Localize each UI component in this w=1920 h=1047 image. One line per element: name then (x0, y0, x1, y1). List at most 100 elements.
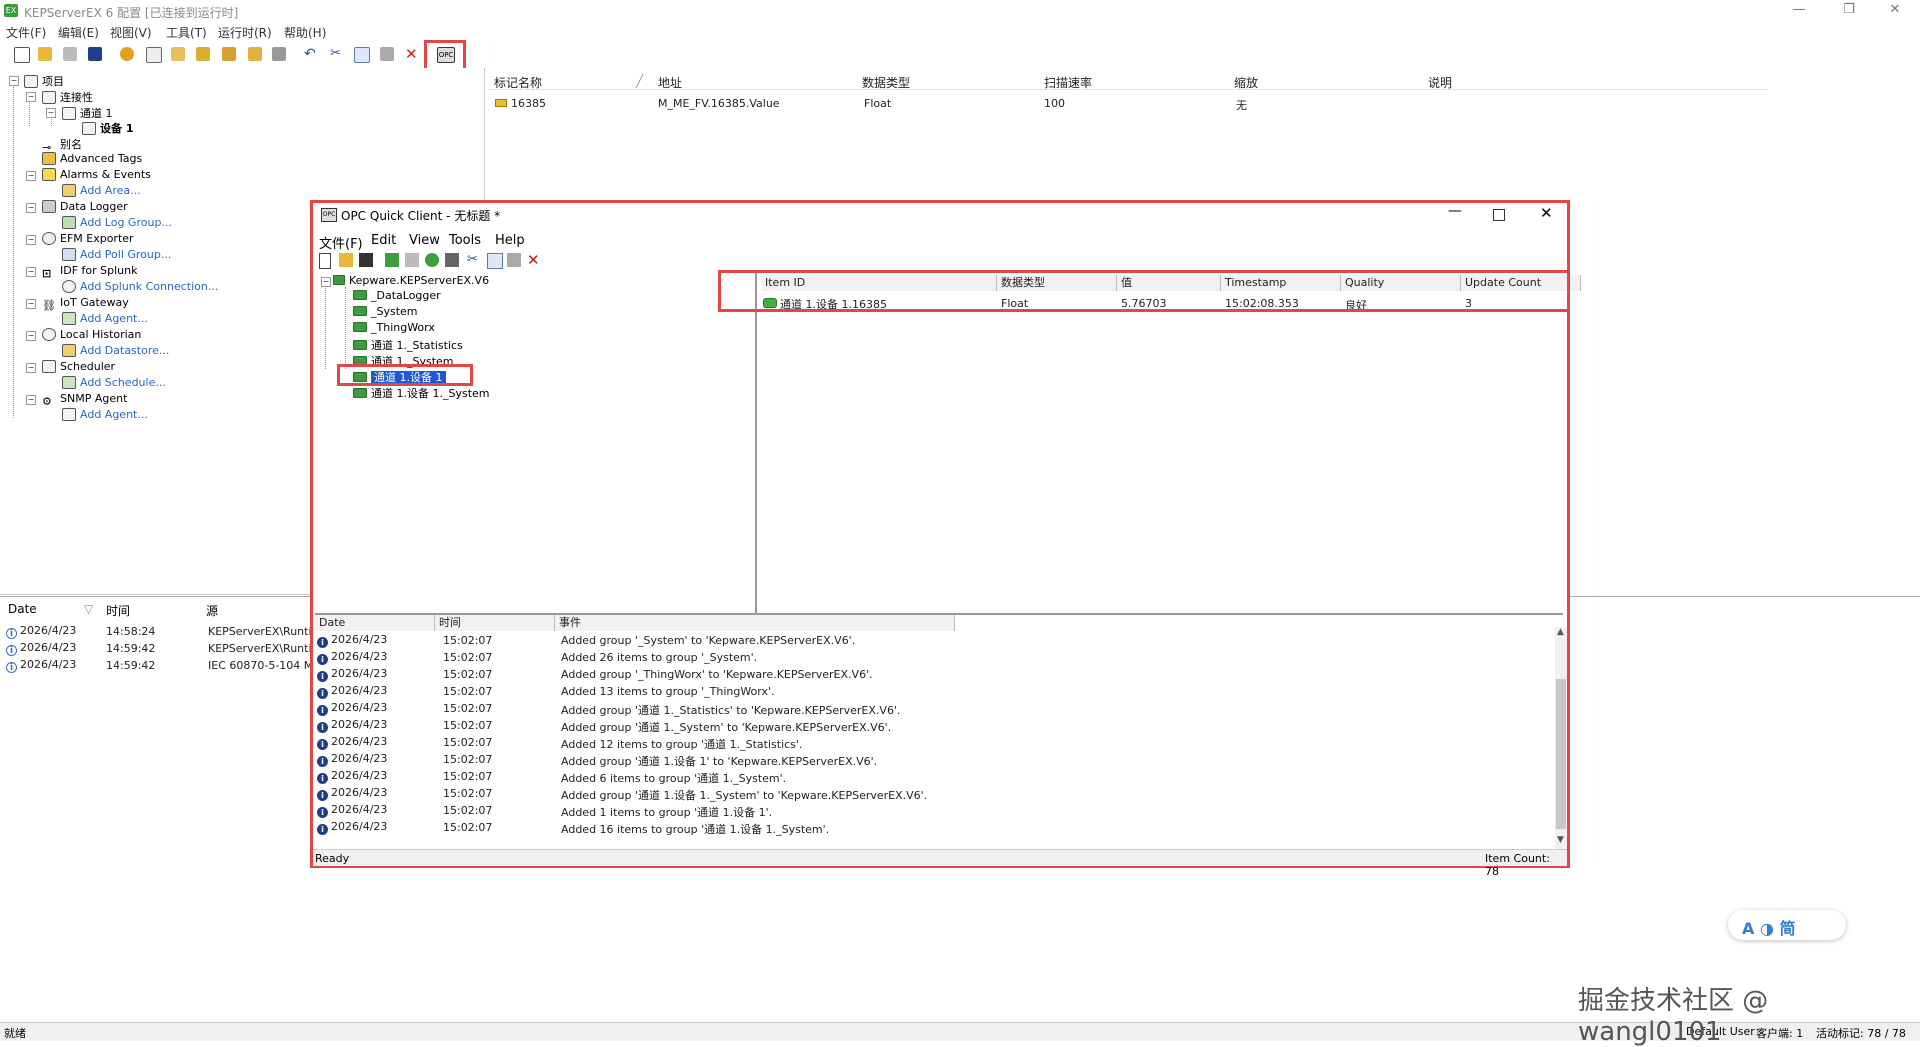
menu-edit[interactable]: 编辑(E) (58, 24, 99, 41)
opc-menu-file[interactable]: 文件(F) (319, 233, 363, 252)
tree-snmp[interactable]: ⚙ SNMP Agent (42, 392, 127, 408)
tree-channel[interactable]: 通道 1 (62, 105, 113, 121)
opc-tree-datalogger[interactable]: _DataLogger (353, 289, 441, 302)
col-scaling[interactable]: 缩放 (1234, 74, 1258, 91)
tree-idf[interactable]: ⊡ IDF for Splunk (42, 264, 138, 280)
col-address[interactable]: 地址 (658, 74, 682, 91)
opc-tree-statistics[interactable]: 通道 1._Statistics (353, 337, 463, 353)
paste-icon[interactable] (380, 47, 394, 61)
translate-button[interactable]: A ◑ 简 (1728, 910, 1846, 940)
table-row[interactable]: i 2026/4/23 14:59:42 KEPServerEX\Runtim (6, 641, 322, 657)
tree-iot[interactable]: ⛓ IoT Gateway (42, 296, 129, 312)
properties-icon[interactable] (272, 47, 286, 61)
tree-data-logger[interactable]: Data Logger (42, 200, 128, 213)
tree-add-datastore[interactable]: Add Datastore... (62, 344, 169, 357)
scroll-thumb[interactable] (1556, 679, 1566, 829)
alarms-expander[interactable]: − (26, 171, 36, 181)
undo-icon[interactable]: ↶ (304, 47, 318, 61)
event-log-scrollbar[interactable]: ▲ ▼ (1555, 627, 1567, 849)
log-filter-icon[interactable]: ▽ (84, 602, 93, 616)
connectivity-expander[interactable]: − (26, 92, 36, 102)
opc-menu-help[interactable]: Help (495, 233, 525, 248)
table-row[interactable]: i 2026/4/23 14:59:42 IEC 60870-5-104 Mas (6, 658, 326, 674)
opc-new-item-icon[interactable] (425, 253, 439, 267)
opc-tree-root[interactable]: Kepware.KEPServerEX.V6 (333, 274, 489, 287)
new-device-icon[interactable] (171, 47, 185, 61)
table-row[interactable]: i 2026/4/23 15:02:07 Added 16 items to grou… (317, 820, 1527, 836)
table-row[interactable]: 16385 M_ME_FV.16385.Value Float 100 无 (492, 96, 1892, 112)
idf-expander[interactable]: − (26, 267, 36, 277)
opc-maximize-button[interactable] (1493, 209, 1505, 221)
opc-copy-icon[interactable] (487, 253, 503, 269)
tree-efm[interactable]: EFM Exporter (42, 232, 134, 245)
opc-new-server-icon[interactable] (385, 253, 399, 267)
menu-help[interactable]: 帮助(H) (284, 24, 326, 41)
scheduler-expander[interactable]: − (26, 363, 36, 373)
menu-runtime[interactable]: 运行时(R) (218, 24, 272, 41)
table-row[interactable]: i 2026/4/23 15:02:07 Added 12 items to grou… (317, 735, 1527, 751)
tree-add-agent-snmp[interactable]: Add Agent... (62, 408, 148, 421)
snmp-expander[interactable]: − (26, 395, 36, 405)
tree-add-area[interactable]: Add Area... (62, 184, 141, 197)
table-row[interactable]: i 2026/4/23 15:02:07 Added group '通道 1.设备 1… (317, 786, 1527, 802)
restore-button[interactable]: ❐ (1826, 0, 1872, 22)
col-description[interactable]: 说明 (1428, 74, 1452, 91)
table-row[interactable]: i 2026/4/23 15:02:07 Added 1 items to group… (317, 803, 1527, 819)
menu-tools[interactable]: 工具(T) (166, 24, 207, 41)
opc-properties-icon[interactable] (445, 253, 459, 267)
table-row[interactable]: i 2026/4/23 15:02:07 Added group '_ThingWor… (317, 667, 1527, 683)
log-col-date[interactable]: Date (8, 602, 37, 616)
opc-tree-system[interactable]: _System (353, 305, 418, 318)
opc-ev-col-time[interactable]: 时间 (435, 615, 555, 631)
opc-paste-icon[interactable] (507, 253, 521, 267)
opc-save-icon[interactable] (359, 253, 373, 267)
opc-close-button[interactable]: ✕ (1540, 204, 1553, 222)
opc-ev-col-date[interactable]: Date (315, 615, 435, 631)
tree-add-schedule[interactable]: Add Schedule... (62, 376, 166, 389)
tree-add-splunk[interactable]: Add Splunk Connection... (62, 280, 218, 293)
col-data-type[interactable]: 数据类型 (862, 74, 910, 91)
copy-icon[interactable] (354, 47, 370, 63)
opc-menu-tools[interactable]: Tools (449, 233, 481, 248)
opc-menu-view[interactable]: View (409, 233, 440, 248)
opc-cut-icon[interactable]: ✂ (467, 253, 481, 267)
log-col-source[interactable]: 源 (206, 602, 218, 619)
tree-connectivity[interactable]: 连接性 (42, 89, 93, 105)
new-tag-icon[interactable] (222, 47, 236, 61)
tree-root[interactable]: 项目 (24, 73, 64, 89)
iot-expander[interactable]: − (26, 299, 36, 309)
tree-advanced-tags[interactable]: Advanced Tags (42, 152, 142, 165)
opc-new-icon[interactable] (319, 253, 331, 269)
historian-expander[interactable]: − (26, 331, 36, 341)
tree-add-agent[interactable]: Add Agent... (62, 312, 148, 325)
server-expander[interactable]: − (321, 277, 331, 287)
close-button[interactable]: ✕ (1872, 0, 1918, 22)
menu-view[interactable]: 视图(V) (110, 24, 152, 41)
scroll-down-icon[interactable]: ▼ (1557, 835, 1564, 845)
log-col-time[interactable]: 时间 (106, 602, 130, 619)
minimize-button[interactable]: — (1776, 0, 1822, 22)
table-row[interactable]: i 2026/4/23 15:02:07 Added group '_System' … (317, 633, 1527, 649)
scroll-up-icon[interactable]: ▲ (1557, 627, 1564, 637)
table-row[interactable]: i 2026/4/23 15:02:07 Added group '通道 1.设备 1… (317, 752, 1527, 768)
new-project-icon[interactable] (14, 47, 30, 63)
opc-ev-col-event[interactable]: 事件 (555, 615, 955, 631)
save-icon[interactable] (63, 47, 77, 61)
efm-expander[interactable]: − (26, 235, 36, 245)
opc-tree-thingworx[interactable]: _ThingWorx (353, 321, 435, 334)
save-as-icon[interactable] (88, 47, 102, 61)
channel-expander[interactable]: − (46, 108, 56, 118)
tree-historian[interactable]: Local Historian (42, 328, 141, 341)
new-group-icon[interactable] (196, 47, 210, 61)
table-row[interactable]: i 2026/4/23 15:02:07 Added 6 items to group… (317, 769, 1527, 785)
tree-add-poll-group[interactable]: Add Poll Group... (62, 248, 171, 261)
open-icon[interactable] (38, 47, 52, 61)
table-row[interactable]: i 2026/4/23 15:02:07 Added 13 items to grou… (317, 684, 1527, 700)
opc-tree-device-system[interactable]: 通道 1.设备 1._System (353, 385, 490, 401)
opc-minimize-button[interactable]: — (1448, 203, 1462, 219)
delete-icon[interactable]: ✕ (405, 47, 419, 62)
runtime-settings-icon[interactable] (120, 47, 134, 61)
col-scan-rate[interactable]: 扫描速率 (1044, 74, 1092, 91)
tree-add-log-group[interactable]: Add Log Group... (62, 216, 172, 229)
tree-device[interactable]: 设备 1 (82, 120, 133, 136)
